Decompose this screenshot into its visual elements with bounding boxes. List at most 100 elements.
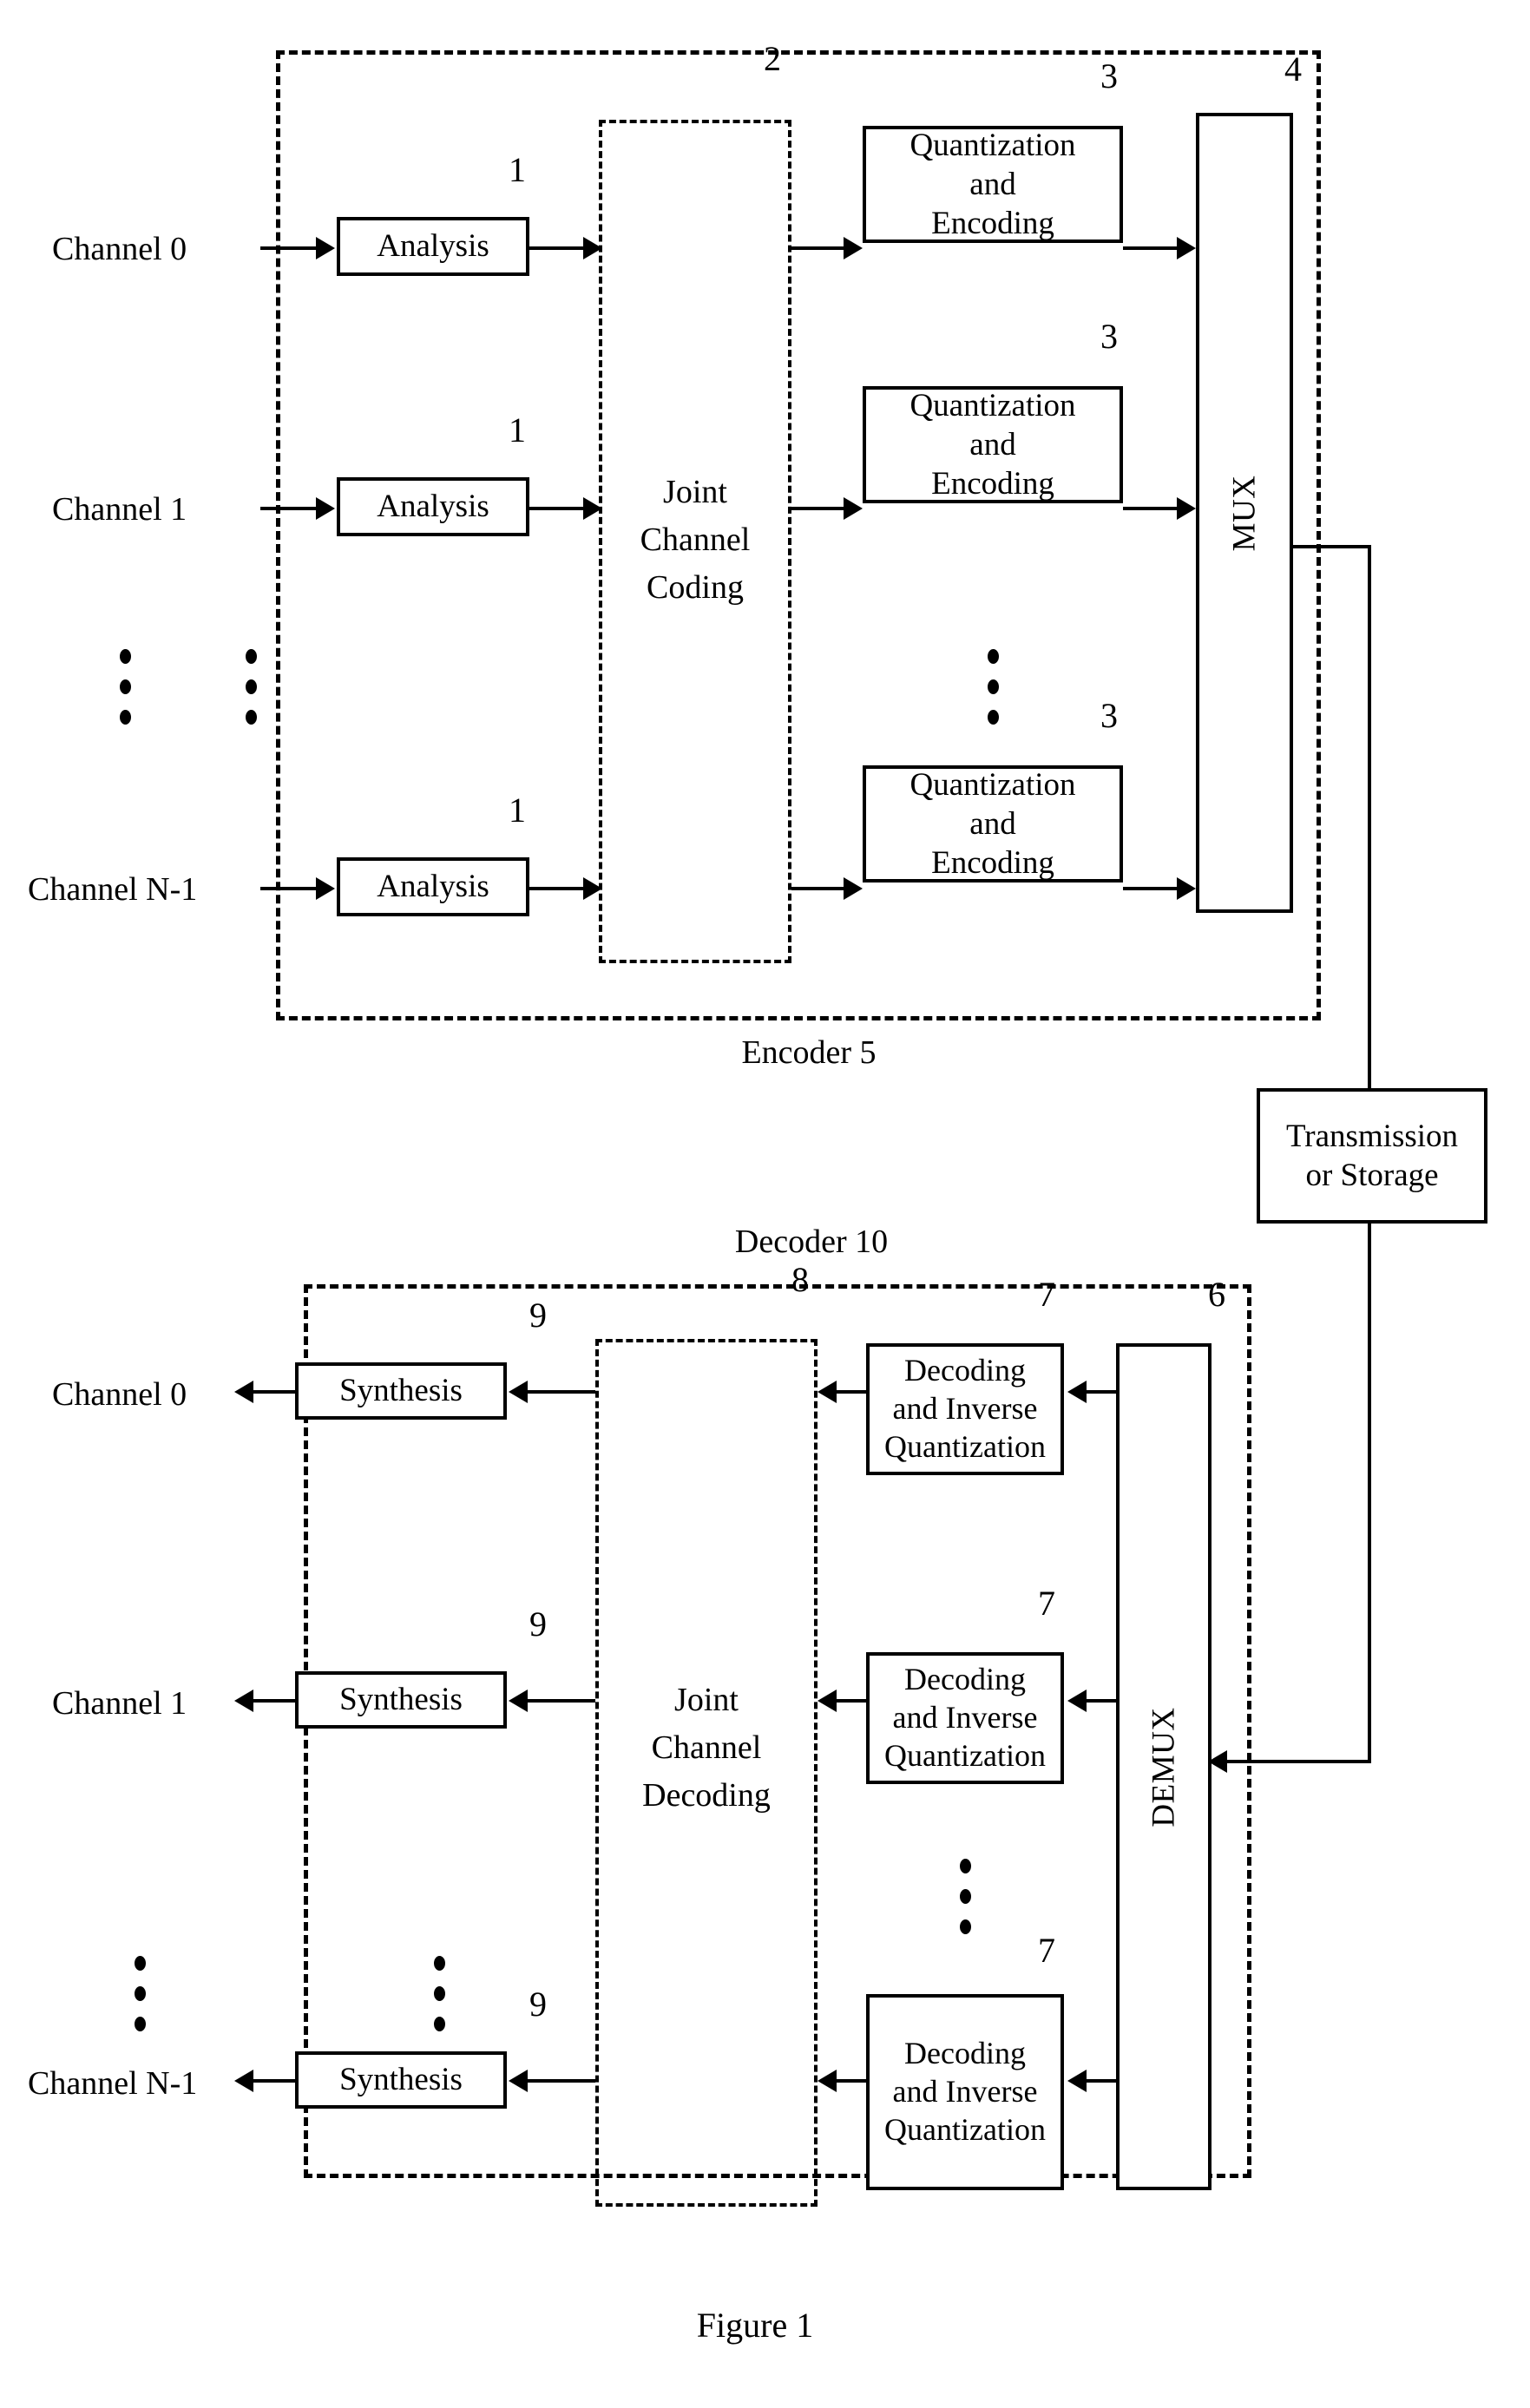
synthesis-column-ellipsis — [434, 1956, 445, 2031]
decoder-output-arrowhead-0 — [234, 1381, 253, 1403]
decode-to-joint-arrowhead-2 — [818, 2070, 837, 2092]
synthesis-block-2[interactable]: Synthesis — [295, 2051, 507, 2109]
analysis-to-joint-line-1 — [529, 507, 585, 510]
quantization-encoding-block-2[interactable]: Quantization and Encoding — [863, 765, 1123, 882]
joint-to-synthesis-arrowhead-0 — [509, 1381, 528, 1403]
synthesis-block-label-0: Synthesis — [339, 1373, 463, 1409]
encoder-label: Encoder 5 — [741, 1034, 877, 1071]
analysis-block-label-2: Analysis — [377, 869, 489, 905]
encoder-input-line-0 — [260, 246, 318, 250]
quantization-encoding-line2-1: and — [969, 426, 1016, 463]
decoding-inverse-quantization-block-0[interactable]: Decoding and Inverse Quantization — [866, 1343, 1064, 1475]
decoding-line2-0: and Inverse — [892, 1391, 1038, 1427]
joint-channel-decoding-line3: Decoding — [642, 1777, 771, 1814]
analysis-block-label-0: Analysis — [377, 228, 489, 265]
demux-block[interactable]: DEMUX — [1116, 1343, 1212, 2190]
quant-to-mux-arrowhead-1 — [1177, 497, 1196, 520]
joint-to-synthesis-line-1 — [526, 1699, 595, 1703]
joint-to-quant-line-2 — [791, 887, 845, 890]
quant-to-mux-arrowhead-0 — [1177, 237, 1196, 259]
quantization-encoding-block-0[interactable]: Quantization and Encoding — [863, 126, 1123, 243]
joint-to-synthesis-arrowhead-1 — [509, 1690, 528, 1712]
figure-caption: Figure 1 — [696, 2306, 814, 2345]
transmission-line1: Transmission — [1285, 1118, 1459, 1154]
analysis-to-joint-arrowhead-1 — [583, 497, 602, 520]
quant-to-mux-arrowhead-2 — [1177, 877, 1196, 900]
mux-output-line — [1293, 545, 1371, 548]
analysis-to-joint-line-0 — [529, 246, 585, 250]
analysis-to-joint-arrowhead-0 — [583, 237, 602, 259]
analysis-block-2[interactable]: Analysis — [337, 857, 529, 916]
decoding-line3-1: Quantization — [884, 1737, 1046, 1773]
analysis-block-label-1: Analysis — [377, 489, 489, 525]
demux-to-decode-arrowhead-2 — [1067, 2070, 1087, 2092]
quantization-encoding-line1-2: Quantization — [909, 766, 1076, 803]
decoding-line3-0: Quantization — [884, 1428, 1046, 1464]
joint-channel-coding-line2: Channel — [640, 522, 751, 558]
decode-to-joint-arrowhead-0 — [818, 1381, 837, 1403]
decoding-line3-2: Quantization — [884, 2111, 1046, 2147]
joint-to-synthesis-arrowhead-2 — [509, 2070, 528, 2092]
demux-label: DEMUX — [1146, 1706, 1182, 1827]
joint-channel-coding-line1: Joint — [663, 474, 727, 510]
synthesis-block-ref-2: 9 — [529, 1985, 547, 2024]
demux-to-decode-line-2 — [1085, 2079, 1120, 2083]
synthesis-block-ref-0: 9 — [529, 1296, 547, 1335]
quantization-encoding-block-1[interactable]: Quantization and Encoding — [863, 386, 1123, 503]
analysis-block-ref-2: 1 — [509, 791, 526, 830]
decoding-line1-0: Decoding — [904, 1353, 1026, 1388]
analysis-block-1[interactable]: Analysis — [337, 477, 529, 536]
decoding-inverse-quantization-ref-0: 7 — [1038, 1275, 1055, 1314]
joint-channel-coding-line3: Coding — [647, 569, 744, 606]
transmission-or-storage-block[interactable]: Transmission or Storage — [1257, 1088, 1487, 1224]
joint-to-synthesis-line-2 — [526, 2079, 595, 2083]
joint-to-synthesis-line-0 — [526, 1390, 595, 1394]
mux-ref: 4 — [1284, 49, 1302, 89]
transmission-input-vline — [1368, 545, 1371, 1144]
analysis-block-0[interactable]: Analysis — [337, 217, 529, 276]
quantization-encoding-line1-0: Quantization — [909, 127, 1076, 163]
quantization-encoding-ref-1: 3 — [1100, 317, 1118, 356]
synthesis-block-1[interactable]: Synthesis — [295, 1671, 507, 1729]
decoding-inverse-quantization-block-2[interactable]: Decoding and Inverse Quantization — [866, 1994, 1064, 2190]
quantization-encoding-line3-0: Encoding — [931, 206, 1054, 242]
analysis-column-ellipsis — [246, 649, 257, 725]
demux-to-decode-arrowhead-1 — [1067, 1690, 1087, 1712]
decoder-output-label-1: Channel 1 — [52, 1685, 187, 1722]
transmission-line2: or Storage — [1305, 1158, 1439, 1193]
decoder-output-line-1 — [252, 1699, 295, 1703]
encoder-input-label-0: Channel 0 — [52, 231, 187, 267]
joint-to-quant-arrowhead-1 — [844, 497, 863, 520]
encoder-input-ellipsis — [120, 649, 131, 725]
quantization-encoding-line3-2: Encoding — [931, 845, 1054, 882]
decoding-inverse-quantization-ref-1: 7 — [1038, 1584, 1055, 1623]
quant-to-mux-line-2 — [1123, 887, 1179, 890]
encoder-input-label-2: Channel N-1 — [28, 871, 198, 908]
mux-block[interactable]: MUX — [1196, 113, 1293, 913]
decode-to-joint-line-0 — [835, 1390, 870, 1394]
joint-channel-decoding-line2: Channel — [651, 1729, 762, 1766]
quant-to-mux-line-0 — [1123, 246, 1179, 250]
synthesis-block-label-1: Synthesis — [339, 1682, 463, 1718]
decode-to-joint-line-1 — [835, 1699, 870, 1703]
quantization-encoding-line2-0: and — [969, 166, 1016, 202]
analysis-to-joint-line-2 — [529, 887, 585, 890]
decoder-output-line-0 — [252, 1390, 295, 1394]
synthesis-block-0[interactable]: Synthesis — [295, 1362, 507, 1420]
joint-to-quant-line-0 — [791, 246, 845, 250]
joint-channel-decoding-line1: Joint — [674, 1682, 739, 1718]
encoder-input-arrowhead-2 — [316, 877, 335, 900]
decoder-output-line-2 — [252, 2079, 295, 2083]
decoder-output-arrowhead-1 — [234, 1690, 253, 1712]
analysis-block-ref-1: 1 — [509, 410, 526, 449]
decoding-inverse-quantization-block-1[interactable]: Decoding and Inverse Quantization — [866, 1652, 1064, 1784]
encoder-input-line-1 — [260, 507, 318, 510]
joint-channel-coding-ref: 2 — [764, 39, 781, 78]
figure-canvas: Channel 0 Channel 1 Channel N-1 Analysis… — [0, 0, 1530, 2408]
joint-channel-decoding-ref: 8 — [791, 1260, 809, 1299]
encoder-input-line-2 — [260, 887, 318, 890]
joint-to-quant-line-1 — [791, 507, 845, 510]
analysis-to-joint-arrowhead-2 — [583, 877, 602, 900]
decoding-inverse-quantization-ref-2: 7 — [1038, 1931, 1055, 1970]
encoder-input-arrowhead-1 — [316, 497, 335, 520]
